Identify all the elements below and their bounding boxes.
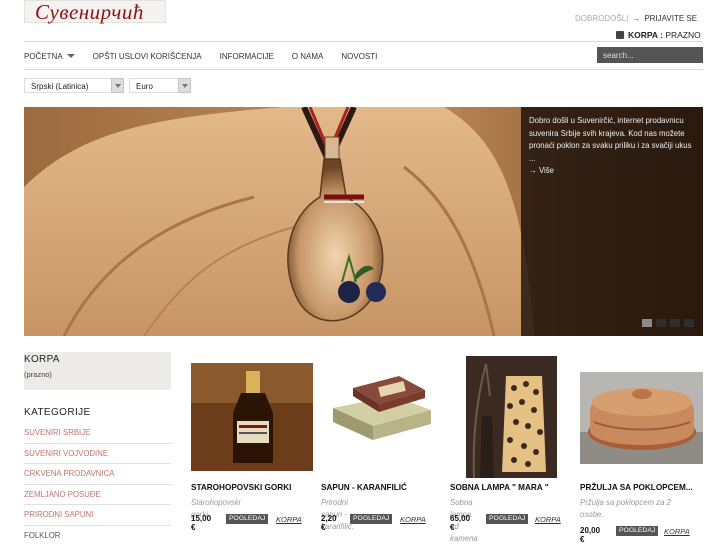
sidebar-cart: KORPA (prazno) <box>24 352 171 390</box>
view-button[interactable]: POGLEDAJ <box>350 514 393 524</box>
view-button[interactable]: POGLEDAJ <box>616 526 659 536</box>
slider-dot[interactable] <box>656 319 666 327</box>
product-price: 20,00 € <box>580 526 601 544</box>
header-cart-status: PRAZNO <box>665 30 701 40</box>
add-to-cart-link[interactable]: KORPA <box>535 515 561 524</box>
chevron-down-icon[interactable] <box>178 78 191 93</box>
site-logo[interactable]: Сувенирчић <box>24 0 166 24</box>
product-image[interactable] <box>580 372 703 464</box>
chevron-down-icon <box>66 53 75 58</box>
add-to-cart-link[interactable]: KORPA <box>400 515 426 524</box>
slider-dot[interactable] <box>642 319 652 327</box>
nav-item-informacije[interactable]: INFORMACIJE <box>220 52 274 61</box>
view-button[interactable]: POGLEDAJ <box>226 514 269 524</box>
logo-text: Сувенирчић <box>35 0 144 24</box>
category-item[interactable]: PRIRODNI SAPUNI <box>24 505 171 526</box>
slider-dot[interactable] <box>670 319 680 327</box>
slider-pagination <box>642 319 694 327</box>
product-title[interactable]: STAROHOPOVSKI GORKI <box>191 483 291 492</box>
category-list: SUVENIRI SRBIJE SUVENIRI VOJVODINE CRKVE… <box>24 423 171 545</box>
header-cart[interactable]: KORPA : PRAZNO <box>616 30 701 40</box>
view-button[interactable]: POGLEDAJ <box>486 514 529 524</box>
product-title[interactable]: SOBNA LAMPA " MARA " <box>450 483 549 492</box>
product-title[interactable]: SAPUN - KARANFILIĆ <box>321 483 407 492</box>
chevron-down-icon[interactable] <box>111 78 124 93</box>
cart-icon <box>616 31 624 39</box>
nav-item-uslovi[interactable]: OPŠTI USLOVI KORIŠĆENJA <box>93 52 202 61</box>
hero-slider[interactable]: Dobro došli u Suvenirčić, internet proda… <box>24 107 703 336</box>
currency-select[interactable]: Euro <box>129 78 178 93</box>
category-item[interactable]: FOLKLOR <box>24 526 171 545</box>
category-item[interactable]: SUVENIRI VOJVODINE <box>24 444 171 465</box>
category-item[interactable]: CRKVENA PRODAVNICA <box>24 464 171 485</box>
nav-item-novosti[interactable]: NOVOSTI <box>341 52 377 61</box>
nav-item-o-nama[interactable]: O NAMA <box>292 52 324 61</box>
login-link[interactable]: PRIJAVITE SE <box>644 14 697 23</box>
hero-caption-text: Dobro došli u Suvenirčić, internet proda… <box>529 116 692 163</box>
product-price: 65,00 € <box>450 514 471 532</box>
product-price: 2,20 € <box>321 514 337 532</box>
language-select[interactable]: Srpski (Latinica) <box>24 78 111 93</box>
arrow-right-icon: → <box>632 14 641 23</box>
nav-item-pocetna[interactable]: POČETNA <box>24 52 75 61</box>
search-input[interactable] <box>597 47 703 63</box>
divider <box>24 41 703 42</box>
sidebar-cart-status: (prazno) <box>24 370 52 379</box>
category-item[interactable]: ZEMLJANO POSUĐE <box>24 485 171 506</box>
add-to-cart-link[interactable]: KORPA <box>276 515 302 524</box>
product-title[interactable]: PRŽULJA SA POKLOPCEM... <box>580 483 693 492</box>
divider <box>24 69 703 70</box>
categories-title: KATEGORIJE <box>24 407 91 418</box>
hero-more-link[interactable]: → Više <box>529 165 697 178</box>
welcome-bar: DOBRODOŠLI → PRIJAVITE SE <box>575 14 697 23</box>
product-description: Pržulja sa poklopcem za 2 osobe. <box>580 498 672 519</box>
product-image[interactable] <box>329 366 435 442</box>
product-price: 15,00 € <box>191 514 212 532</box>
product-image[interactable] <box>191 363 313 471</box>
header-cart-label: KORPA : <box>628 30 663 40</box>
sidebar-cart-title: KORPA <box>24 354 60 365</box>
main-nav: POČETNA OPŠTI USLOVI KORIŠĆENJA INFORMAC… <box>24 48 395 64</box>
add-to-cart-link[interactable]: KORPA <box>664 527 690 536</box>
nav-item-label: POČETNA <box>24 51 63 61</box>
slider-dot[interactable] <box>684 319 694 327</box>
category-item[interactable]: SUVENIRI SRBIJE <box>24 423 171 444</box>
hero-caption: Dobro došli u Suvenirčić, internet proda… <box>521 107 703 336</box>
welcome-text: DOBRODOŠLI <box>575 14 629 23</box>
product-image[interactable] <box>466 356 557 478</box>
